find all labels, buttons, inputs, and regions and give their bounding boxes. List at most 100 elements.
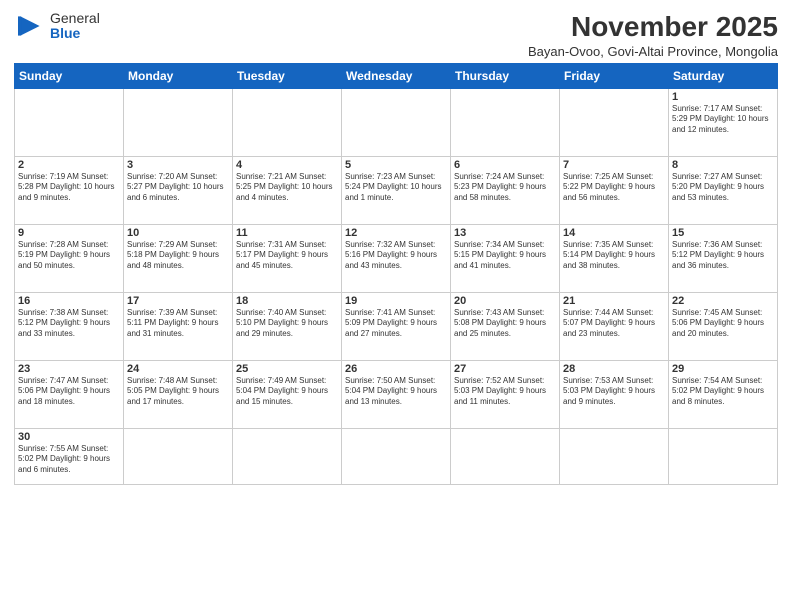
calendar-cell: 19Sunrise: 7:41 AM Sunset: 5:09 PM Dayli… <box>342 292 451 360</box>
calendar-cell: 20Sunrise: 7:43 AM Sunset: 5:08 PM Dayli… <box>451 292 560 360</box>
day-number: 20 <box>454 295 556 307</box>
calendar-cell <box>124 88 233 156</box>
calendar-cell: 25Sunrise: 7:49 AM Sunset: 5:04 PM Dayli… <box>233 360 342 428</box>
calendar-cell <box>560 428 669 484</box>
day-number: 17 <box>127 295 229 307</box>
calendar-cell: 16Sunrise: 7:38 AM Sunset: 5:12 PM Dayli… <box>15 292 124 360</box>
weekday-sunday: Sunday <box>15 63 124 88</box>
calendar-cell: 27Sunrise: 7:52 AM Sunset: 5:03 PM Dayli… <box>451 360 560 428</box>
weekday-wednesday: Wednesday <box>342 63 451 88</box>
weekday-saturday: Saturday <box>669 63 778 88</box>
day-number: 4 <box>236 159 338 171</box>
day-info: Sunrise: 7:45 AM Sunset: 5:06 PM Dayligh… <box>672 308 774 340</box>
day-number: 12 <box>345 227 447 239</box>
calendar-cell: 2Sunrise: 7:19 AM Sunset: 5:28 PM Daylig… <box>15 156 124 224</box>
calendar-cell: 9Sunrise: 7:28 AM Sunset: 5:19 PM Daylig… <box>15 224 124 292</box>
day-number: 15 <box>672 227 774 239</box>
calendar-cell: 6Sunrise: 7:24 AM Sunset: 5:23 PM Daylig… <box>451 156 560 224</box>
day-info: Sunrise: 7:44 AM Sunset: 5:07 PM Dayligh… <box>563 308 665 340</box>
day-info: Sunrise: 7:48 AM Sunset: 5:05 PM Dayligh… <box>127 376 229 408</box>
day-info: Sunrise: 7:40 AM Sunset: 5:10 PM Dayligh… <box>236 308 338 340</box>
weekday-header-row: SundayMondayTuesdayWednesdayThursdayFrid… <box>15 63 778 88</box>
day-info: Sunrise: 7:35 AM Sunset: 5:14 PM Dayligh… <box>563 240 665 272</box>
day-number: 2 <box>18 159 120 171</box>
day-number: 18 <box>236 295 338 307</box>
day-number: 14 <box>563 227 665 239</box>
calendar-cell <box>233 428 342 484</box>
calendar-week-4: 23Sunrise: 7:47 AM Sunset: 5:06 PM Dayli… <box>15 360 778 428</box>
day-info: Sunrise: 7:49 AM Sunset: 5:04 PM Dayligh… <box>236 376 338 408</box>
day-info: Sunrise: 7:31 AM Sunset: 5:17 PM Dayligh… <box>236 240 338 272</box>
day-info: Sunrise: 7:29 AM Sunset: 5:18 PM Dayligh… <box>127 240 229 272</box>
calendar: SundayMondayTuesdayWednesdayThursdayFrid… <box>14 63 778 485</box>
calendar-cell: 1Sunrise: 7:17 AM Sunset: 5:29 PM Daylig… <box>669 88 778 156</box>
calendar-cell: 15Sunrise: 7:36 AM Sunset: 5:12 PM Dayli… <box>669 224 778 292</box>
day-number: 22 <box>672 295 774 307</box>
day-number: 6 <box>454 159 556 171</box>
calendar-cell: 11Sunrise: 7:31 AM Sunset: 5:17 PM Dayli… <box>233 224 342 292</box>
day-number: 25 <box>236 363 338 375</box>
calendar-week-5: 30Sunrise: 7:55 AM Sunset: 5:02 PM Dayli… <box>15 428 778 484</box>
calendar-cell: 30Sunrise: 7:55 AM Sunset: 5:02 PM Dayli… <box>15 428 124 484</box>
day-number: 8 <box>672 159 774 171</box>
day-info: Sunrise: 7:39 AM Sunset: 5:11 PM Dayligh… <box>127 308 229 340</box>
day-info: Sunrise: 7:34 AM Sunset: 5:15 PM Dayligh… <box>454 240 556 272</box>
logo-blue: Blue <box>50 26 100 41</box>
calendar-cell: 17Sunrise: 7:39 AM Sunset: 5:11 PM Dayli… <box>124 292 233 360</box>
calendar-cell: 4Sunrise: 7:21 AM Sunset: 5:25 PM Daylig… <box>233 156 342 224</box>
day-info: Sunrise: 7:53 AM Sunset: 5:03 PM Dayligh… <box>563 376 665 408</box>
location: Bayan-Ovoo, Govi-Altai Province, Mongoli… <box>528 44 778 59</box>
calendar-cell: 21Sunrise: 7:44 AM Sunset: 5:07 PM Dayli… <box>560 292 669 360</box>
day-number: 30 <box>18 431 120 443</box>
day-number: 13 <box>454 227 556 239</box>
calendar-cell: 12Sunrise: 7:32 AM Sunset: 5:16 PM Dayli… <box>342 224 451 292</box>
calendar-week-0: 1Sunrise: 7:17 AM Sunset: 5:29 PM Daylig… <box>15 88 778 156</box>
calendar-cell <box>124 428 233 484</box>
day-info: Sunrise: 7:27 AM Sunset: 5:20 PM Dayligh… <box>672 172 774 204</box>
calendar-cell: 29Sunrise: 7:54 AM Sunset: 5:02 PM Dayli… <box>669 360 778 428</box>
calendar-cell: 26Sunrise: 7:50 AM Sunset: 5:04 PM Dayli… <box>342 360 451 428</box>
day-info: Sunrise: 7:24 AM Sunset: 5:23 PM Dayligh… <box>454 172 556 204</box>
calendar-cell: 10Sunrise: 7:29 AM Sunset: 5:18 PM Dayli… <box>124 224 233 292</box>
calendar-cell <box>233 88 342 156</box>
day-number: 24 <box>127 363 229 375</box>
calendar-cell: 18Sunrise: 7:40 AM Sunset: 5:10 PM Dayli… <box>233 292 342 360</box>
weekday-monday: Monday <box>124 63 233 88</box>
calendar-week-2: 9Sunrise: 7:28 AM Sunset: 5:19 PM Daylig… <box>15 224 778 292</box>
day-info: Sunrise: 7:20 AM Sunset: 5:27 PM Dayligh… <box>127 172 229 204</box>
logo-text: General Blue <box>50 11 100 42</box>
calendar-body: 1Sunrise: 7:17 AM Sunset: 5:29 PM Daylig… <box>15 88 778 484</box>
day-info: Sunrise: 7:43 AM Sunset: 5:08 PM Dayligh… <box>454 308 556 340</box>
header: General Blue November 2025 Bayan-Ovoo, G… <box>14 10 778 59</box>
calendar-cell: 24Sunrise: 7:48 AM Sunset: 5:05 PM Dayli… <box>124 360 233 428</box>
calendar-cell: 7Sunrise: 7:25 AM Sunset: 5:22 PM Daylig… <box>560 156 669 224</box>
day-number: 3 <box>127 159 229 171</box>
calendar-cell: 22Sunrise: 7:45 AM Sunset: 5:06 PM Dayli… <box>669 292 778 360</box>
day-info: Sunrise: 7:41 AM Sunset: 5:09 PM Dayligh… <box>345 308 447 340</box>
day-info: Sunrise: 7:17 AM Sunset: 5:29 PM Dayligh… <box>672 104 774 136</box>
calendar-cell <box>560 88 669 156</box>
day-info: Sunrise: 7:32 AM Sunset: 5:16 PM Dayligh… <box>345 240 447 272</box>
day-number: 10 <box>127 227 229 239</box>
day-number: 7 <box>563 159 665 171</box>
day-info: Sunrise: 7:36 AM Sunset: 5:12 PM Dayligh… <box>672 240 774 272</box>
calendar-cell: 8Sunrise: 7:27 AM Sunset: 5:20 PM Daylig… <box>669 156 778 224</box>
calendar-cell <box>451 88 560 156</box>
day-info: Sunrise: 7:50 AM Sunset: 5:04 PM Dayligh… <box>345 376 447 408</box>
day-number: 27 <box>454 363 556 375</box>
weekday-thursday: Thursday <box>451 63 560 88</box>
day-info: Sunrise: 7:28 AM Sunset: 5:19 PM Dayligh… <box>18 240 120 272</box>
day-number: 23 <box>18 363 120 375</box>
day-number: 19 <box>345 295 447 307</box>
day-number: 26 <box>345 363 447 375</box>
day-number: 1 <box>672 91 774 103</box>
weekday-friday: Friday <box>560 63 669 88</box>
calendar-cell: 13Sunrise: 7:34 AM Sunset: 5:15 PM Dayli… <box>451 224 560 292</box>
day-number: 16 <box>18 295 120 307</box>
calendar-cell <box>669 428 778 484</box>
day-info: Sunrise: 7:52 AM Sunset: 5:03 PM Dayligh… <box>454 376 556 408</box>
page: General Blue November 2025 Bayan-Ovoo, G… <box>0 0 792 612</box>
generalblue-icon <box>14 10 46 42</box>
day-number: 28 <box>563 363 665 375</box>
logo: General Blue <box>14 10 100 42</box>
